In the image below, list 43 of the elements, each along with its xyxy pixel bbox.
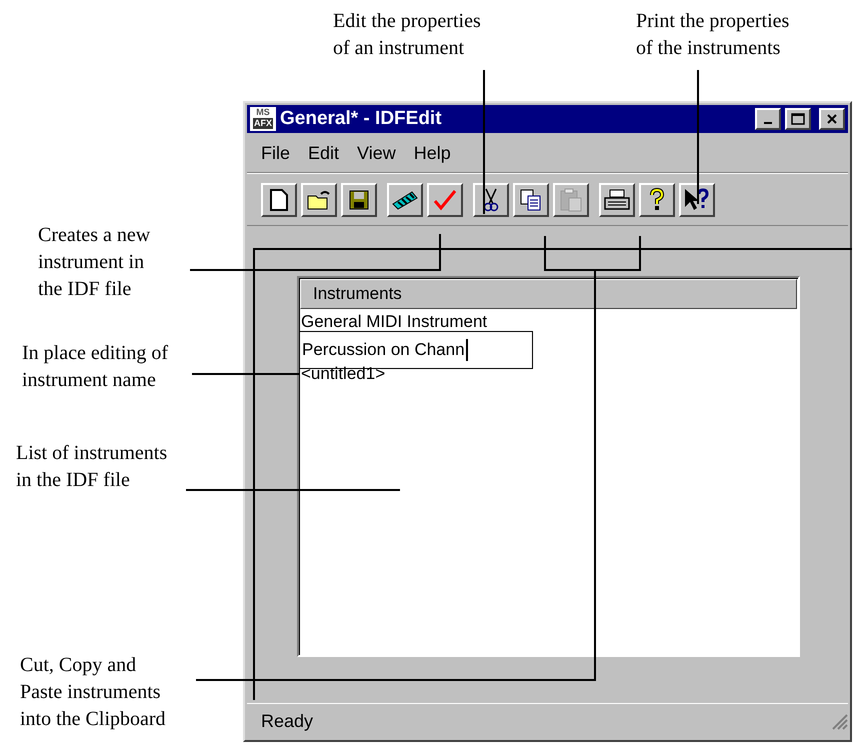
save-button[interactable] bbox=[341, 183, 377, 217]
menu-item[interactable]: View bbox=[357, 143, 396, 164]
callout-text: Creates a new instrument in the IDF file bbox=[38, 223, 150, 302]
maximize-button[interactable] bbox=[785, 108, 811, 130]
callout-text: Cut, Copy and Paste instruments into the Clipboard bbox=[20, 653, 166, 732]
cut-button[interactable] bbox=[473, 183, 509, 217]
copy-button[interactable] bbox=[513, 183, 549, 217]
minimize-button[interactable] bbox=[755, 108, 781, 130]
window-title: General* - IDFEdit bbox=[280, 108, 443, 130]
menu-item[interactable]: Help bbox=[414, 143, 451, 164]
question-mark-icon bbox=[649, 188, 665, 212]
folder-icon bbox=[307, 190, 331, 210]
maximize-icon bbox=[791, 113, 805, 125]
new-button[interactable] bbox=[261, 183, 297, 217]
context-help-button[interactable] bbox=[679, 183, 715, 217]
help-button[interactable] bbox=[639, 183, 675, 217]
clipboard-icon bbox=[560, 188, 582, 212]
callout-text: Edit the properties of an instrument bbox=[333, 9, 481, 61]
status-text: Ready bbox=[261, 710, 314, 732]
copy-icon bbox=[520, 189, 542, 211]
menu-item[interactable]: Edit bbox=[308, 143, 340, 164]
menu-item[interactable]: File bbox=[261, 143, 290, 164]
print-button[interactable] bbox=[599, 183, 635, 217]
pointer-question-icon bbox=[684, 188, 710, 212]
close-icon bbox=[826, 113, 838, 125]
close-button[interactable] bbox=[819, 108, 845, 130]
name-edit-field[interactable]: Percussion on Chann bbox=[299, 331, 533, 369]
callout-text: List of instruments in the IDF file bbox=[16, 441, 168, 493]
minimize-icon bbox=[764, 122, 772, 124]
callout-text: In place editing of instrument name bbox=[22, 341, 168, 393]
app-icon: MS AFX bbox=[250, 107, 276, 131]
keyboard-icon bbox=[392, 190, 418, 210]
edit-button[interactable] bbox=[427, 183, 463, 217]
printer-icon bbox=[604, 189, 630, 211]
checkmark-icon bbox=[433, 189, 457, 211]
column-header[interactable]: Instruments bbox=[300, 279, 797, 309]
scissors-icon bbox=[483, 188, 499, 212]
open-button[interactable] bbox=[301, 183, 337, 217]
document-icon bbox=[270, 189, 288, 211]
callout-text: Print the properties of the instruments bbox=[636, 9, 790, 61]
resize-grip-icon bbox=[830, 712, 848, 730]
text-caret bbox=[466, 339, 468, 361]
new-instrument-button[interactable] bbox=[387, 183, 423, 217]
